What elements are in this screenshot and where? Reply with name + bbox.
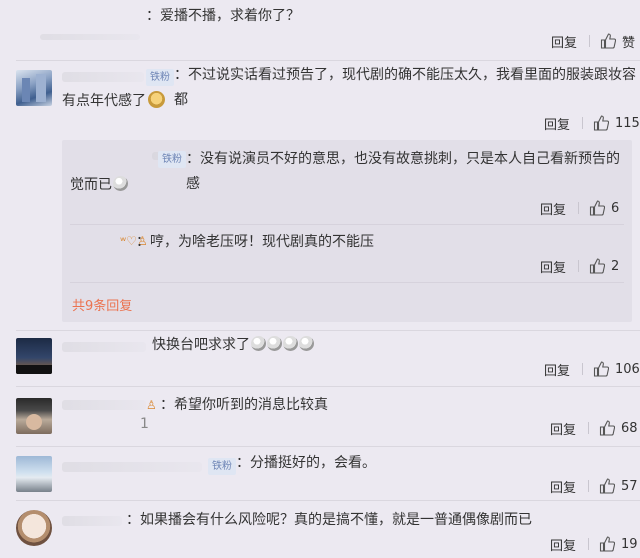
username-blurred	[62, 342, 146, 352]
avatar[interactable]	[16, 398, 52, 434]
avatar[interactable]	[16, 510, 52, 546]
like-button[interactable]: 2	[589, 258, 619, 274]
reply-button[interactable]: 回复	[550, 477, 576, 496]
like-button[interactable]: 115	[593, 115, 640, 131]
sub-replies-panel: 铁粉 ：没有说演员不好的意思，也没有故意挑刺，只是本人自己看新预告的感 觉而已 …	[62, 140, 632, 322]
comment-actions: 回复 115	[544, 113, 640, 133]
comment-text: ：希望你听到的消息比较真	[160, 397, 328, 413]
reply-button[interactable]: 回复	[544, 114, 570, 133]
reply-text: ：哼，为啥老压呀！现代剧真的不能压	[136, 234, 374, 250]
reply-button[interactable]: 回复	[551, 32, 577, 51]
avatar[interactable]	[16, 70, 52, 106]
divider	[588, 480, 590, 492]
emoji-icon	[251, 336, 266, 351]
comment-text: 有点年代感了	[62, 93, 146, 109]
thumbs-up-icon	[589, 258, 606, 274]
reply-text: 觉而已	[70, 177, 112, 193]
reply-text-line1: ：没有说演员不好的意思，也没有故意挑刺，只是本人自己看新预告的感	[186, 151, 620, 192]
divider	[588, 538, 590, 550]
comment-1: ：爱播不播，求着你了？ 回复 赞	[0, 0, 640, 60]
text-fragment: 1	[140, 416, 149, 432]
divider	[589, 35, 591, 47]
comment-4: ♙ ：希望你听到的消息比较真 1 回复 68	[0, 386, 640, 446]
thumbs-up-icon	[593, 115, 610, 131]
fan-badge: 铁粉	[208, 458, 236, 475]
like-button[interactable]: 6	[589, 200, 619, 216]
divider	[588, 422, 590, 434]
emoji-icon	[299, 336, 314, 351]
username-blurred	[62, 400, 146, 410]
like-button[interactable]: 57	[599, 478, 638, 494]
like-count: 6	[611, 200, 620, 216]
reply-button[interactable]: 回复	[550, 419, 576, 438]
like-button[interactable]: 19	[599, 536, 638, 552]
like-count: 57	[621, 478, 638, 494]
comment-text: ：分播挺好的，会看。	[236, 455, 376, 471]
fan-badge: 铁粉	[158, 151, 186, 168]
reply-button[interactable]: 回复	[540, 257, 566, 276]
comment-actions: 回复 57	[550, 476, 638, 496]
comment-actions: 回复 19	[550, 534, 638, 554]
divider	[578, 202, 580, 214]
like-count: 68	[621, 420, 638, 436]
avatar[interactable]	[16, 456, 52, 492]
comment-6: ：如果播会有什么风险呢？真的是搞不懂，就是一普通偶像剧而已 回复 19	[0, 500, 640, 558]
comment-text-line1: ：不过说实话看过预告了，现代剧的确不能压太久，我看里面的服装跟妆容都	[174, 67, 636, 108]
thumbs-up-icon	[599, 536, 616, 552]
fan-badge: 铁粉	[146, 69, 174, 86]
comment-actions: 回复 68	[550, 418, 638, 438]
reply-button[interactable]: 回复	[540, 199, 566, 218]
like-count: 19	[621, 536, 638, 552]
reply-text-line2: 觉而已	[70, 173, 128, 198]
comment-text: ：如果播会有什么风险呢？真的是搞不懂，就是一普通偶像剧而已	[126, 512, 532, 528]
reply-actions: 回复 2	[540, 256, 619, 276]
user-emoji-name: ♙	[146, 398, 157, 412]
comment-text: 快换台吧求求了	[152, 333, 314, 358]
thumbs-up-icon	[600, 33, 617, 49]
like-label: 赞	[622, 35, 636, 51]
thumbs-up-icon	[599, 420, 616, 436]
username-blurred	[62, 72, 144, 82]
like-button[interactable]: 106	[593, 361, 640, 377]
more-replies-link[interactable]: 共9条回复	[72, 295, 132, 314]
divider	[582, 117, 584, 129]
like-count: 115	[615, 115, 640, 131]
reply-button[interactable]: 回复	[544, 360, 570, 379]
divider	[582, 363, 584, 375]
username-blurred	[40, 34, 140, 40]
reply-button[interactable]: 回复	[550, 535, 576, 554]
like-button[interactable]: 赞	[600, 32, 635, 51]
emoji-icon	[148, 91, 165, 108]
thumbs-up-icon	[589, 200, 606, 216]
emoji-icon	[267, 336, 282, 351]
like-count: 106	[615, 361, 640, 377]
reply-actions: 回复 6	[540, 198, 619, 218]
divider	[578, 260, 580, 272]
emoji-icon	[283, 336, 298, 351]
comment-5: 铁粉 ：分播挺好的，会看。 回复 57	[0, 446, 640, 500]
comment-actions: 回复 赞	[551, 31, 635, 51]
username-blurred	[62, 516, 122, 526]
like-button[interactable]: 68	[599, 420, 638, 436]
thumbs-up-icon	[593, 361, 610, 377]
thumbs-up-icon	[599, 478, 616, 494]
comment-3: 快换台吧求求了 回复 106	[0, 330, 640, 385]
like-count: 2	[611, 258, 620, 274]
comment-text-line2: 有点年代感了	[62, 89, 165, 114]
username-blurred	[62, 462, 202, 472]
avatar[interactable]	[16, 338, 52, 374]
emoji-icon	[113, 176, 128, 191]
comment-actions: 回复 106	[544, 359, 640, 379]
divider	[70, 224, 624, 225]
divider	[70, 282, 624, 283]
comment-text-content: 快换台吧求求了	[152, 337, 250, 353]
comment-text: ：爱播不播，求着你了？	[146, 8, 300, 24]
